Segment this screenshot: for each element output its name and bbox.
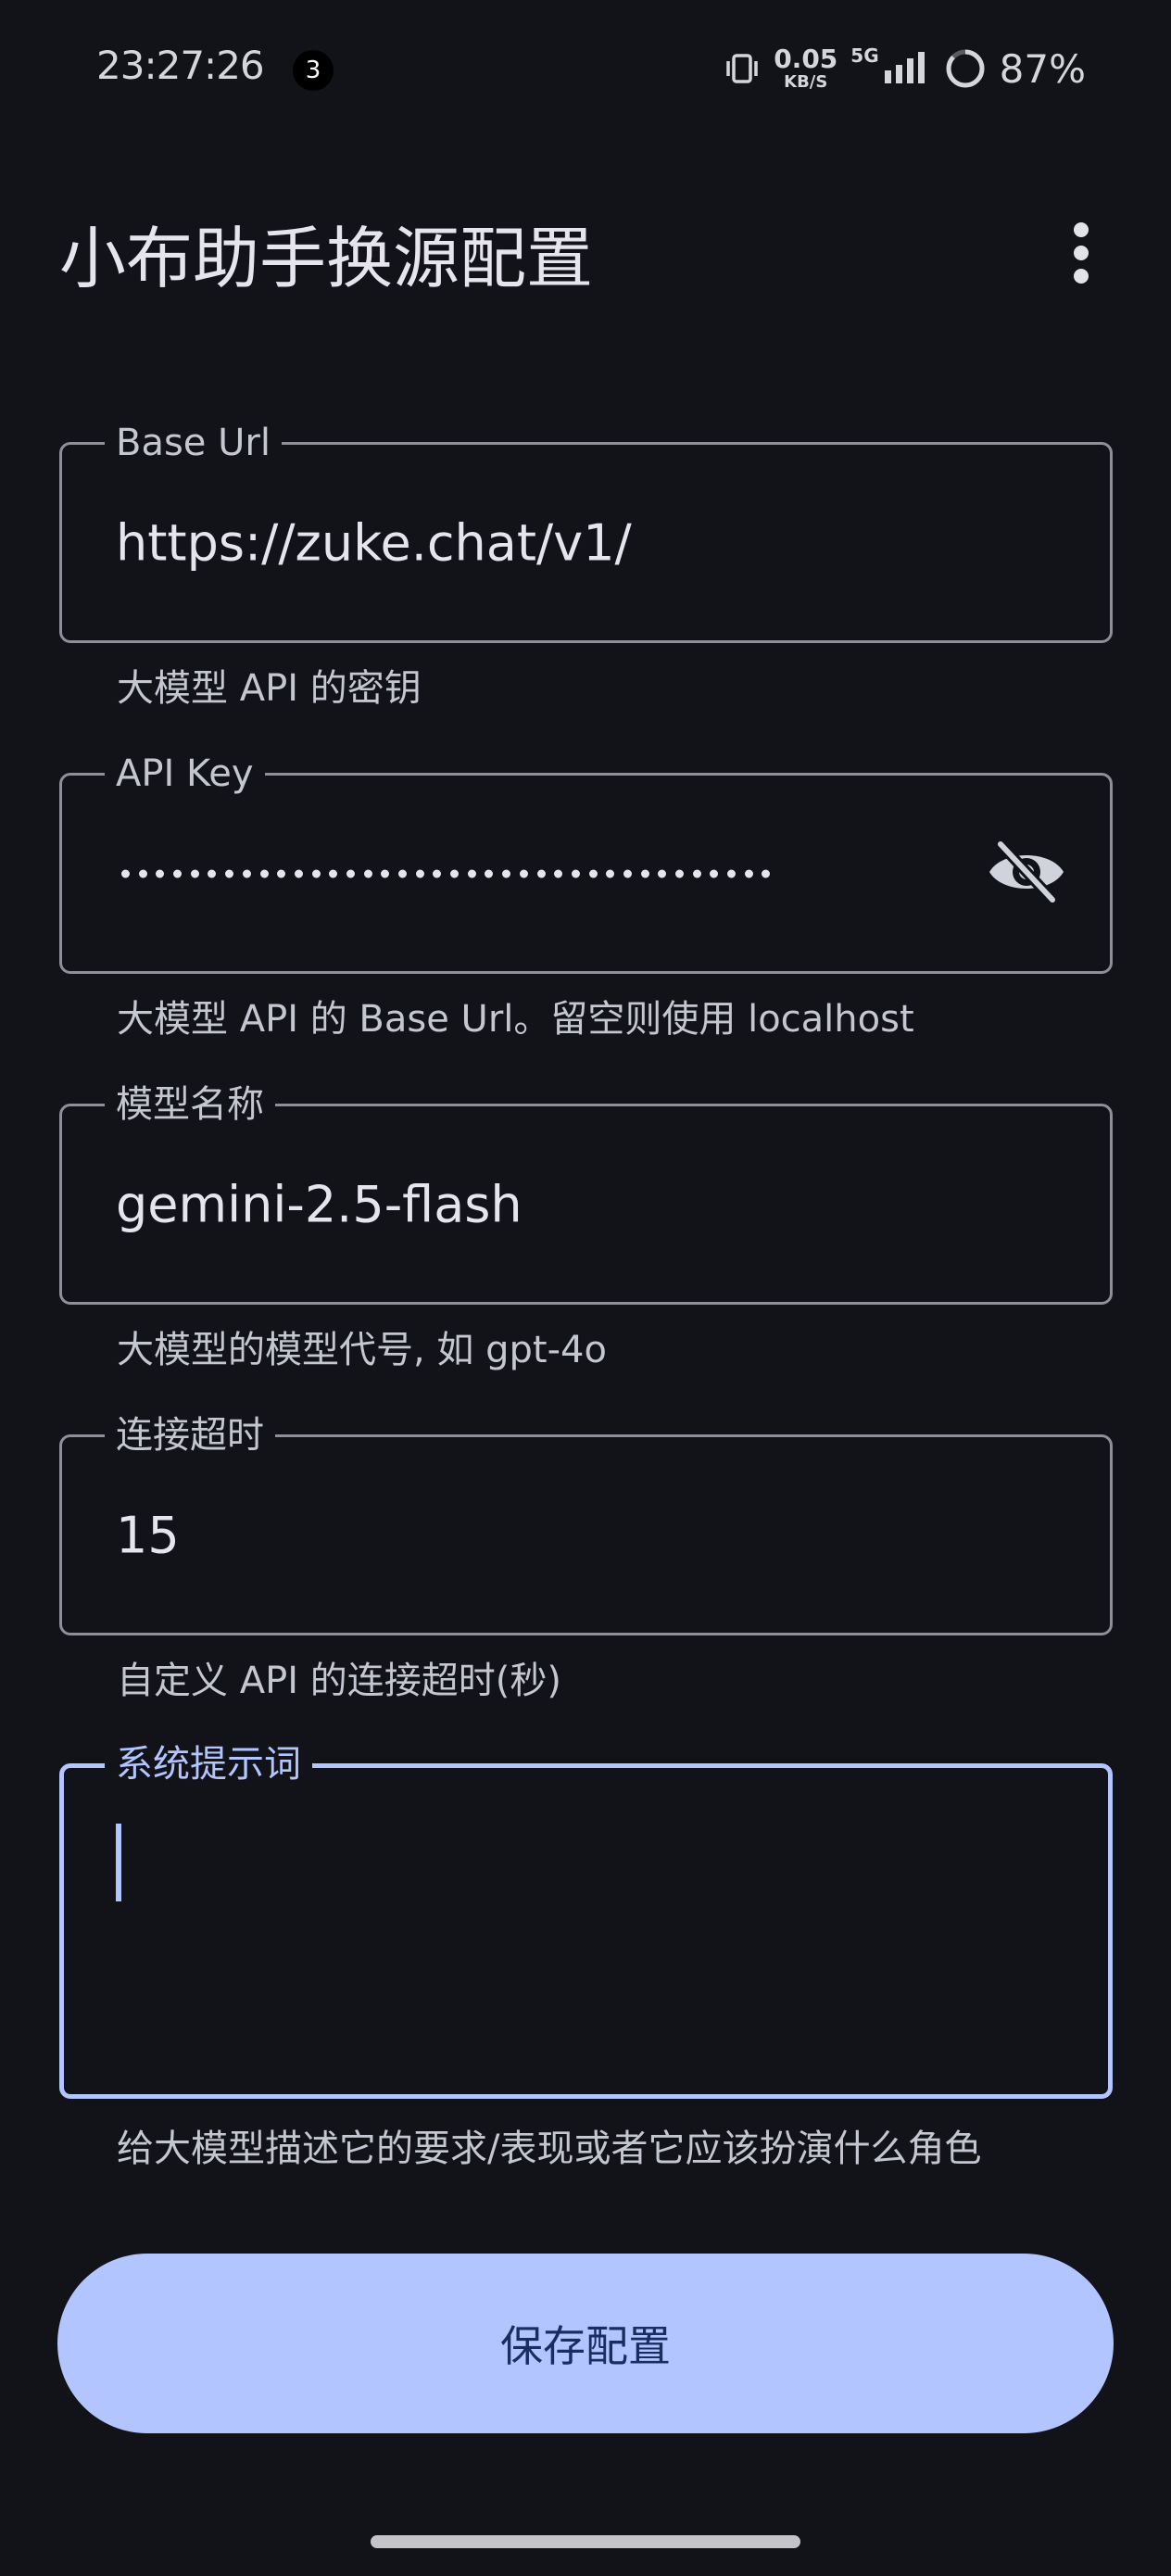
password-dot: [485, 869, 494, 878]
more-options-button[interactable]: [1039, 213, 1123, 297]
network-type: 5G: [850, 44, 879, 67]
more-vert-icon: [1072, 221, 1090, 289]
password-dot: [329, 869, 338, 878]
password-dot: [536, 869, 546, 878]
base-url-field[interactable]: Base Url https://zuke.chat/v1/: [59, 419, 1113, 643]
password-dot: [467, 869, 476, 878]
timeout-field[interactable]: 连接超时 15: [59, 1411, 1113, 1635]
password-dot: [381, 869, 390, 878]
password-dot: [502, 869, 511, 878]
password-dot: [433, 869, 442, 878]
model-name-helper: 大模型的模型代号, 如 gpt-4o: [117, 1329, 607, 1371]
network-speed-value: 0.05: [774, 44, 838, 74]
password-dot: [277, 869, 286, 878]
password-dot: [762, 869, 771, 878]
home-indicator[interactable]: [371, 2535, 800, 2548]
password-dot: [259, 869, 269, 878]
vibrate-icon: [724, 50, 761, 87]
password-dot: [623, 869, 632, 878]
password-dot: [121, 869, 130, 878]
model-name-label: 模型名称: [105, 1080, 275, 1129]
password-dot: [588, 869, 598, 878]
network-speed-unit: KB/S: [784, 72, 828, 92]
password-dot: [225, 869, 234, 878]
cellular-signal-icon: [883, 50, 931, 87]
api-key-helper: 大模型 API 的 Base Url。留空则使用 localhost: [117, 998, 914, 1041]
password-dot: [606, 869, 615, 878]
base-url-value[interactable]: https://zuke.chat/v1/: [116, 513, 632, 572]
timeout-value[interactable]: 15: [116, 1506, 180, 1564]
system-prompt-label: 系统提示词: [105, 1740, 312, 1788]
status-icons: 0.05 KB/S 5G 87%: [724, 41, 1086, 96]
password-dot: [710, 869, 719, 878]
app-bar: 小布助手换源配置: [0, 185, 1171, 315]
model-name-field[interactable]: 模型名称 gemini-2.5-flash: [59, 1080, 1113, 1305]
password-dot: [190, 869, 199, 878]
system-prompt-field[interactable]: 系统提示词: [59, 1740, 1113, 2099]
base-url-helper: 大模型 API 的密钥: [117, 667, 422, 710]
password-dot: [208, 869, 217, 878]
password-dot: [675, 869, 684, 878]
network-speed: 0.05 KB/S: [774, 46, 837, 91]
password-dot: [727, 869, 737, 878]
password-dot: [692, 869, 701, 878]
password-dot: [519, 869, 528, 878]
password-dot: [398, 869, 407, 878]
password-dot: [363, 869, 372, 878]
status-bar: 23:27:26 3 0.05 KB/S 5G 87%: [0, 0, 1171, 139]
password-dot: [415, 869, 424, 878]
timeout-helper: 自定义 API 的连接超时(秒): [117, 1660, 561, 1702]
battery-percent: 87%: [999, 45, 1086, 92]
system-prompt-helper: 给大模型描述它的要求/表现或者它应该扮演什么角色: [117, 2128, 982, 2170]
save-config-button[interactable]: 保存配置: [57, 2254, 1114, 2433]
password-dot: [156, 869, 165, 878]
password-dot: [138, 869, 147, 878]
password-dot: [450, 869, 460, 878]
page-title: 小布助手换源配置: [59, 220, 594, 297]
timeout-label: 连接超时: [105, 1411, 275, 1459]
password-dot: [571, 869, 580, 878]
visibility-toggle-button[interactable]: [982, 829, 1071, 918]
api-key-label: API Key: [105, 750, 265, 798]
password-dot: [640, 869, 649, 878]
base-url-label: Base Url: [105, 419, 282, 467]
status-clock: 23:27:26: [96, 43, 265, 88]
password-dot: [242, 869, 251, 878]
api-key-masked-value[interactable]: [121, 869, 771, 878]
password-dot: [294, 869, 303, 878]
password-dot: [554, 869, 563, 878]
notification-count-badge: 3: [293, 50, 334, 91]
password-dot: [346, 869, 355, 878]
api-key-field[interactable]: API Key: [59, 750, 1113, 974]
password-dot: [173, 869, 183, 878]
password-dot: [658, 869, 667, 878]
password-dot: [744, 869, 753, 878]
text-cursor: [116, 1824, 121, 1901]
battery-ring-icon: [944, 47, 987, 90]
model-name-value[interactable]: gemini-2.5-flash: [116, 1175, 523, 1233]
password-dot: [311, 869, 321, 878]
visibility-off-icon: [986, 838, 1067, 909]
